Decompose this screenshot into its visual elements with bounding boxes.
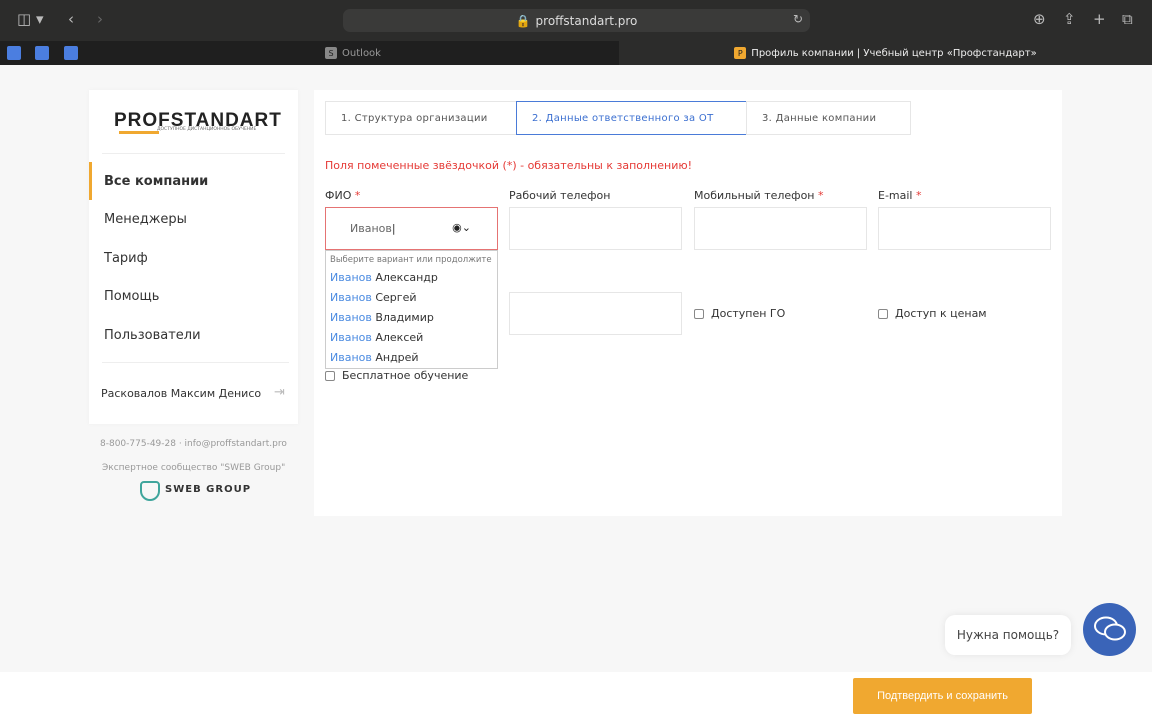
autocomplete-dropdown: Выберите вариант или продолжите Иванов А… [325, 250, 498, 369]
fio-value: Иванов [350, 222, 392, 235]
community-text: Экспертное сообщество "SWEB Group" [102, 463, 286, 473]
email-label: E-mail * [878, 189, 922, 202]
back-icon[interactable]: ‹ [68, 10, 74, 28]
contacts: 8-800-775-49-28 · info@proffstandart.pro [100, 439, 287, 449]
dropdown-hint: Выберите вариант или продолжите [330, 255, 492, 265]
reload-icon[interactable]: ↻ [793, 12, 803, 26]
suggestion-item[interactable]: Иванов Андрей [326, 347, 497, 367]
sidebar-toggle-icon[interactable]: ◫ ▾ [17, 10, 43, 28]
tab-label: Outlook [342, 47, 381, 59]
work-phone-label: Рабочий телефон [509, 189, 611, 202]
sweb-shield-icon [140, 481, 160, 501]
step-structure[interactable]: 1. Структура организации [325, 101, 517, 135]
price-access-checkbox[interactable]: Доступ к ценам [878, 307, 987, 320]
pinned-tab-docs-icon[interactable] [64, 46, 78, 60]
tab-label: Профиль компании | Учебный центр «Профст… [751, 47, 1037, 59]
save-button[interactable]: Подтвердить и сохранить [853, 678, 1032, 714]
help-bubble[interactable]: Нужна помощь? [945, 615, 1071, 655]
divider [102, 362, 289, 363]
free-training-checkbox[interactable]: Бесплатное обучение [325, 369, 468, 382]
tab-profile[interactable]: P Профиль компании | Учебный центр «Профс… [619, 41, 1152, 65]
logout-icon[interactable]: ⇥ [274, 385, 285, 400]
step-responsible[interactable]: 2. Данные ответственного за ОТ [516, 101, 747, 135]
suggestion-item[interactable]: Иванов Алексей [326, 327, 497, 347]
new-tab-icon[interactable]: + [1093, 10, 1106, 28]
tab-outlook[interactable]: S Outlook [88, 41, 618, 65]
forward-icon[interactable]: › [97, 10, 103, 28]
suggestion-item[interactable]: Иванов Владимир [326, 307, 497, 327]
download-icon[interactable]: ⊕ [1033, 10, 1046, 28]
go-access-checkbox[interactable]: Доступен ГО [694, 307, 785, 320]
browser-toolbar: ◫ ▾ ‹ › 🔒 proffstandart.pro ↻ ⊕ ⇪ + ⧉ [0, 0, 1152, 41]
sidebar-item-managers[interactable]: Менеджеры [89, 200, 298, 238]
second-row-input[interactable] [509, 292, 682, 335]
fio-label: ФИО * [325, 189, 361, 202]
address-bar[interactable]: 🔒 proffstandart.pro [343, 9, 810, 32]
sidebar-item-users[interactable]: Пользователи [89, 316, 298, 354]
pinned-tab-docs-icon[interactable] [35, 46, 49, 60]
main-panel: 1. Структура организации 2. Данные ответ… [314, 90, 1062, 516]
user-name: Расковалов Максим Денисович [101, 387, 261, 400]
mobile-label: Мобильный телефон * [694, 189, 824, 202]
logo-subtitle: доступное дистанционное обучение [157, 127, 257, 132]
divider [102, 153, 285, 154]
tabs-overview-icon[interactable]: ⧉ [1122, 10, 1133, 28]
suggestion-item[interactable]: Иванов Сергей [326, 287, 497, 307]
sweb-logo: SWEB GROUP [165, 484, 252, 495]
email-input[interactable] [878, 207, 1051, 250]
chat-button[interactable] [1083, 603, 1136, 656]
outlook-favicon-icon: S [325, 47, 338, 59]
share-icon[interactable]: ⇪ [1063, 10, 1076, 28]
contact-autofill-icon[interactable]: ◉⌄ [452, 221, 471, 234]
logo-underline [119, 131, 159, 134]
suggestion-item[interactable]: Иванов Александр [326, 267, 497, 287]
fio-input[interactable]: Иванов | ◉⌄ [325, 207, 498, 250]
chat-icon [1093, 616, 1126, 640]
sidebar: PROFSTANDART доступное дистанционное обу… [89, 90, 298, 424]
required-notice: Поля помеченные звёздочкой (*) - обязате… [325, 159, 693, 172]
sidebar-item-help[interactable]: Помощь [89, 277, 298, 315]
lock-icon: 🔒 [515, 13, 531, 28]
pinned-tab-docs-icon[interactable] [7, 46, 21, 60]
sidebar-item-tariff[interactable]: Тариф [89, 239, 298, 277]
profstandart-favicon-icon: P [734, 47, 747, 59]
step-company[interactable]: 3. Данные компании [746, 101, 911, 135]
work-phone-input[interactable] [509, 207, 682, 250]
sidebar-item-companies[interactable]: Все компании [89, 162, 298, 200]
mobile-input[interactable] [694, 207, 867, 250]
url-text: proffstandart.pro [535, 13, 638, 28]
